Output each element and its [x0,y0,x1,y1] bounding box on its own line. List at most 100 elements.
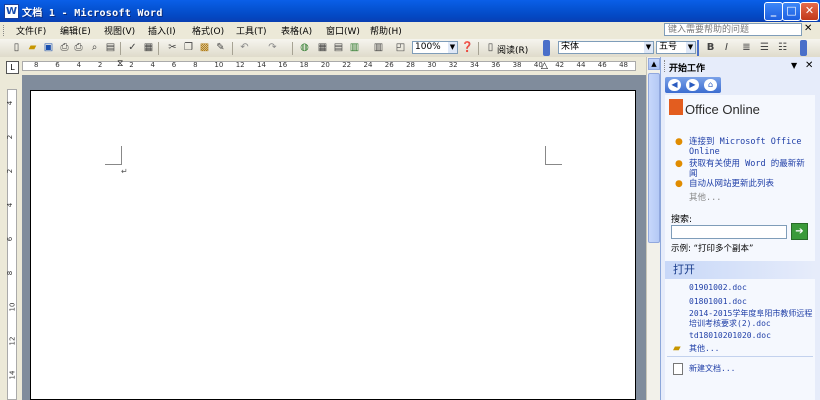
menu-tools[interactable]: 工具(T) [236,24,267,37]
redo-icon[interactable]: ↷ [266,42,279,54]
ruler-tick-label: 42 [555,61,565,69]
recent-file-link[interactable]: 2014-2015学年度阜阳市教师远程培训考核要求(2).doc [689,309,813,329]
toolbar-options-icon[interactable] [543,40,550,56]
bold-button[interactable]: B [704,42,717,54]
vertical-ruler-tick-label: 8 [6,270,15,276]
right-indent-icon[interactable]: △ [541,61,548,71]
help-close-icon[interactable]: ✕ [804,23,812,34]
zoom-value: 100% [415,42,441,52]
vertical-scrollbar[interactable]: ▲ [646,57,661,400]
font-size-select[interactable]: 五号 ▼ [656,41,696,54]
recent-file-link[interactable]: td18010201020.doc [689,331,771,341]
menu-grip[interactable] [3,25,7,36]
columns-icon[interactable]: ▥ [372,42,385,54]
vertical-ruler[interactable]: 4 2 2 4 6 8 10 12 14 [0,75,22,400]
chevron-down-icon[interactable]: ▼ [448,42,457,53]
print-icon[interactable]: ⎙ [72,42,85,54]
home-icon[interactable]: ⌂ [704,79,717,91]
menu-window[interactable]: 窗口(W) [326,24,360,37]
pane-menu-chevron-icon[interactable]: ▼ [791,61,797,70]
permission-icon[interactable]: ⎙ [58,42,71,54]
ruler-tick-label: 34 [470,61,479,69]
ruler-tick-label: 12 [235,61,245,69]
ruler-tick-label: 6 [171,61,177,69]
format-painter-icon[interactable]: ✎ [214,42,227,54]
ruler-tick-label: 2 [129,61,134,69]
numbering-icon[interactable]: ☰ [758,42,771,54]
menu-file[interactable]: 文件(F) [16,24,46,37]
tab-selector-icon[interactable]: L [6,61,19,74]
more-link[interactable]: 其他... [689,193,721,203]
vertical-ruler-tick-label: 2 [6,168,15,174]
document-page[interactable]: ↵ [30,90,636,400]
tables-borders-icon[interactable]: ▦ [316,42,329,54]
new-document-icon[interactable]: ▯ [10,42,23,54]
indent-marker-icon[interactable]: ⧖ [117,59,123,69]
insert-hyperlink-icon[interactable]: ◍ [298,42,311,54]
search-go-icon[interactable]: ➔ [791,223,808,240]
menu-view[interactable]: 视图(V) [104,24,135,37]
horizontal-ruler[interactable]: L 8 6 4 2 2 4 6 8 10 12 14 16 18 20 22 24 26 28 30 32 34 36 38… [0,57,660,75]
ruler-tick-label: 38 [512,61,522,69]
chevron-down-icon[interactable]: ▼ [644,42,653,53]
ruler-tick-label: 16 [278,61,288,69]
recent-file-link[interactable]: 01901002.doc [689,283,747,293]
menu-format[interactable]: 格式(O) [192,24,224,37]
new-document-link[interactable]: 新建文档... [689,364,735,374]
align-center-icon[interactable]: ≣ [740,42,753,54]
menu-insert[interactable]: 插入(I) [148,24,176,37]
link-connect-office-online[interactable]: 连接到 Microsoft Office Online [689,137,811,157]
open-folder-icon[interactable]: ▰ [26,42,39,54]
cut-icon[interactable]: ✂ [166,42,179,54]
scroll-up-icon[interactable]: ▲ [648,58,660,70]
help-icon[interactable]: ❓ [461,42,474,54]
ruler-tick-label: 30 [427,61,437,69]
office-online-logo[interactable]: Office Online [685,102,760,117]
minimize-button[interactable]: _ [764,2,783,21]
help-search-input[interactable]: 键入需要帮助的问题 [664,23,802,36]
close-button[interactable]: ✕ [800,2,819,21]
recent-file-link[interactable]: 01801001.doc [689,297,747,307]
ruler-tick-label: 4 [150,61,155,69]
chevron-down-icon[interactable]: ▼ [686,42,695,53]
font-select[interactable]: 宋体 ▼ [558,41,654,54]
drawing-icon[interactable]: ◰ [394,42,407,54]
spelling-icon[interactable]: ✓ [126,42,139,54]
italic-button[interactable]: I [720,42,733,54]
ruler-tick-label: 46 [597,61,607,69]
print-preview-icon[interactable]: ⌕ [88,42,101,54]
toolbar-handle[interactable] [697,40,699,56]
insert-table-icon[interactable]: ▤ [332,42,345,54]
save-icon[interactable]: ▣ [42,42,55,54]
paste-icon[interactable]: ▩ [198,42,211,54]
window-title: 文档 1 - Microsoft Word [22,8,163,19]
research-icon[interactable]: ▤ [104,42,117,54]
toolbar-options-icon[interactable] [800,40,807,56]
bullets-icon[interactable]: ☷ [776,42,789,54]
word-app-icon[interactable]: W [4,4,19,19]
menu-edit[interactable]: 编辑(E) [60,24,91,37]
margin-corner-left [105,146,122,165]
research-book-icon[interactable]: ▦ [142,42,155,54]
scroll-thumb[interactable] [648,73,660,243]
undo-icon[interactable]: ↶ [238,42,251,54]
read-icon[interactable]: ▯ [484,42,497,54]
ruler-tick-label: 44 [576,61,586,69]
back-icon[interactable]: ◀ [668,79,681,91]
read-button[interactable]: 阅读(R) [497,43,528,56]
link-latest-news[interactable]: 获取有关使用 Word 的最新新闻 [689,159,811,179]
copy-icon[interactable]: ❐ [182,42,195,54]
menu-table[interactable]: 表格(A) [281,24,312,37]
ruler-tick-label: 14 [257,61,266,69]
link-auto-update[interactable]: 自动从网站更新此列表 [689,179,811,189]
open-more-link[interactable]: 其他... [689,344,719,354]
zoom-select[interactable]: 100% ▼ [412,41,458,54]
insert-excel-icon[interactable]: ▥ [348,42,361,54]
search-input[interactable] [671,225,787,239]
maximize-button[interactable]: □ [782,2,801,21]
ruler-tick-label: 36 [491,61,501,69]
pane-grip[interactable] [664,60,667,72]
menu-help[interactable]: 帮助(H) [370,24,402,37]
pane-close-icon[interactable]: ✕ [805,60,813,71]
forward-icon[interactable]: ▶ [686,79,699,91]
